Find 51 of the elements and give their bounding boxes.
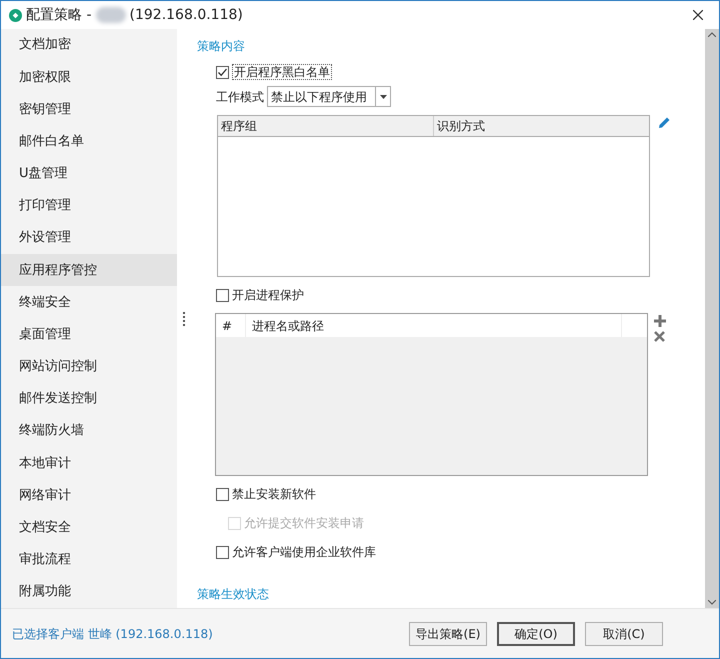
window-title-address: (192.168.0.118) xyxy=(130,6,243,24)
sidebar-item[interactable]: 邮件白名单 xyxy=(1,126,177,158)
checkbox-label[interactable]: 允许客户端使用企业软件库 xyxy=(232,543,376,561)
sidebar-item[interactable]: 附属功能 xyxy=(1,576,177,608)
dialog-button[interactable]: 确定(O) xyxy=(497,622,575,646)
sidebar-item[interactable]: 本地审计 xyxy=(1,447,177,480)
mode-dropdown[interactable]: 禁止以下程序使用 xyxy=(267,86,391,107)
add-icon[interactable] xyxy=(654,315,666,327)
sidebar-item[interactable]: 审批流程 xyxy=(1,544,177,576)
splitter-handle-icon[interactable] xyxy=(183,312,185,326)
sidebar-item[interactable]: 桌面管理 xyxy=(1,318,177,351)
section-title: 策略生效状态 xyxy=(197,586,269,603)
selected-client-text: 已选择客户端 世峰 (192.168.0.118) xyxy=(12,626,214,642)
section-title: 策略内容 xyxy=(197,38,246,53)
checkbox[interactable] xyxy=(216,488,229,500)
dialog-button[interactable]: 取消(C) xyxy=(585,622,663,646)
checkbox-label[interactable]: 开启进程保护 xyxy=(232,286,304,304)
column-header[interactable]: # xyxy=(216,314,246,337)
field-label: 工作模式 xyxy=(216,88,264,106)
sidebar-item[interactable]: 邮件发送控制 xyxy=(1,382,177,416)
checkbox[interactable] xyxy=(216,66,229,78)
sidebar-item[interactable]: 文档安全 xyxy=(1,512,177,544)
app-logo-icon xyxy=(9,8,22,22)
scroll-up-icon[interactable] xyxy=(708,32,716,37)
scroll-down-icon[interactable] xyxy=(708,600,716,605)
sidebar-item[interactable]: U盘管理 xyxy=(1,158,177,190)
column-header[interactable]: 识别方式 xyxy=(434,116,649,136)
checkbox-label[interactable]: 开启程序黑白名单 xyxy=(232,64,332,80)
window-title: 配置策略 - xyxy=(26,6,92,24)
sidebar-item[interactable]: 加密权限 xyxy=(1,61,177,94)
close-icon[interactable] xyxy=(693,10,703,20)
checkbox[interactable] xyxy=(216,546,229,558)
dialog-button[interactable]: 导出策略(E) xyxy=(409,622,487,646)
delete-icon[interactable] xyxy=(654,331,665,342)
blurred-name-drawing xyxy=(96,7,126,23)
sidebar-item[interactable]: 网站访问控制 xyxy=(1,350,177,383)
column-header[interactable]: 程序组 xyxy=(218,116,434,136)
caret-icon xyxy=(380,94,386,98)
column-header[interactable]: 进程名或路径 xyxy=(246,314,622,337)
sidebar-item[interactable]: 文档加密 xyxy=(1,29,177,62)
sidebar-item[interactable]: 应用程序管控 xyxy=(1,254,177,286)
edit-pencil-icon[interactable] xyxy=(658,116,671,129)
dropdown-value: 禁止以下程序使用 xyxy=(270,88,368,106)
checkbox-label[interactable]: 禁止安装新软件 xyxy=(232,485,316,503)
sidebar-item[interactable]: 网络审计 xyxy=(1,479,177,512)
sidebar-item[interactable]: 打印管理 xyxy=(1,190,177,222)
sidebar-item[interactable]: 终端安全 xyxy=(1,286,177,319)
sidebar-item[interactable]: 终端防火墙 xyxy=(1,415,177,448)
sidebar-item[interactable]: 外设管理 xyxy=(1,222,177,254)
sidebar-item[interactable]: 密钥管理 xyxy=(1,93,177,126)
checkbox[interactable] xyxy=(216,288,229,302)
